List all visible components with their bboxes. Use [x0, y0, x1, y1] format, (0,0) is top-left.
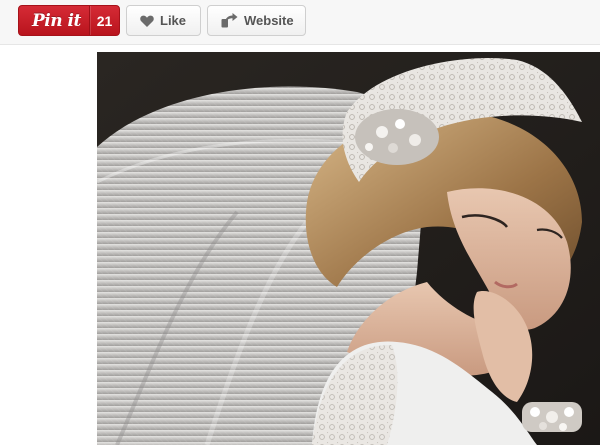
jeweled-bracelet: [522, 402, 582, 432]
pin-it-button[interactable]: Pin it 21: [18, 5, 120, 36]
pin-page: Pin it 21 Like Website: [0, 0, 600, 445]
pin-image[interactable]: [97, 52, 600, 445]
like-button[interactable]: Like: [126, 5, 201, 36]
heart-icon: [140, 15, 154, 27]
website-button[interactable]: Website: [207, 5, 306, 36]
left-margin: [0, 45, 97, 445]
jeweled-hairpiece: [355, 109, 439, 165]
pin-action-bar: Pin it 21 Like Website: [0, 0, 600, 45]
website-share-icon: [221, 13, 238, 28]
repin-count: 21: [96, 12, 113, 29]
website-label: Website: [244, 13, 294, 28]
like-label: Like: [160, 13, 187, 28]
pin-it-label: Pin it: [32, 10, 81, 31]
